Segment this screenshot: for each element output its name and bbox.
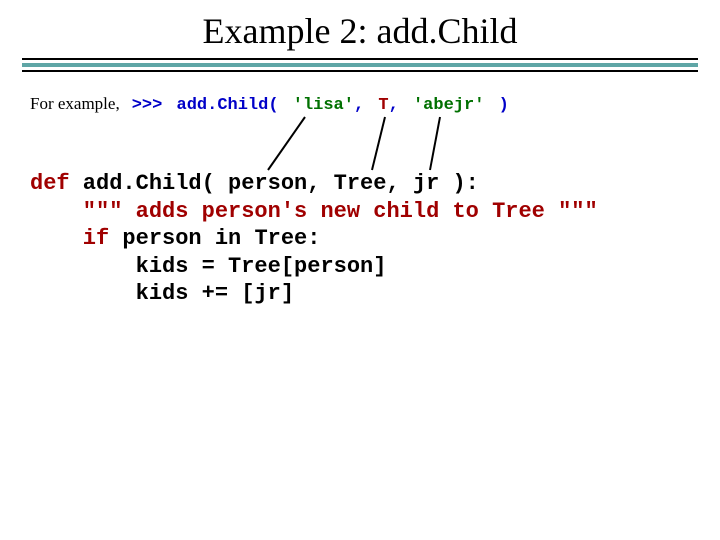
divider-bottom bbox=[22, 70, 698, 72]
arrow-line-2 bbox=[372, 117, 385, 170]
slide: Example 2: add.Child For example, >>> ad… bbox=[0, 0, 720, 540]
divider-top bbox=[22, 58, 698, 60]
call-arg-1: 'lisa' bbox=[293, 96, 354, 115]
arrow-line-1 bbox=[268, 117, 305, 170]
code-line-5: kids += [jr] bbox=[30, 281, 294, 306]
arrow-line-3 bbox=[430, 117, 440, 170]
code-definition: def add.Child( person, Tree, jr ): """ a… bbox=[30, 170, 598, 308]
if-rest: person in Tree: bbox=[109, 226, 320, 251]
prompt-symbol: >>> bbox=[132, 96, 163, 115]
code-line-4: kids = Tree[person] bbox=[30, 254, 386, 279]
example-invocation: For example, >>> add.Child( 'lisa', T, '… bbox=[30, 94, 509, 115]
comma-2: , bbox=[389, 96, 399, 115]
keyword-def: def bbox=[30, 171, 70, 196]
docstring-line: """ adds person's new child to Tree """ bbox=[30, 199, 598, 224]
comma-1: , bbox=[354, 96, 364, 115]
keyword-if: if bbox=[30, 226, 109, 251]
slide-title: Example 2: add.Child bbox=[0, 10, 720, 52]
fn-header: add.Child( person, Tree, jr ): bbox=[70, 171, 479, 196]
call-close: ) bbox=[499, 96, 509, 115]
call-fn: add.Child( bbox=[177, 96, 279, 115]
divider-accent bbox=[22, 63, 698, 67]
call-arg-2: T bbox=[378, 96, 388, 115]
example-label: For example, bbox=[30, 94, 120, 113]
call-arg-3: 'abejr' bbox=[413, 96, 484, 115]
